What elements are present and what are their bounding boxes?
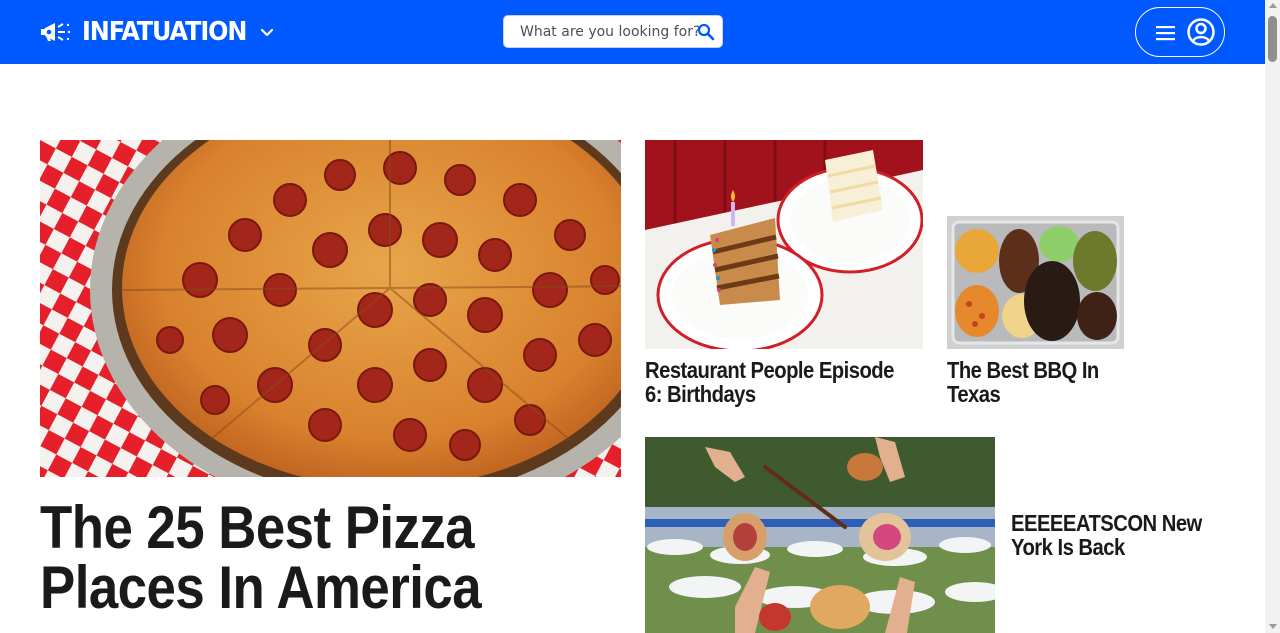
story-card-birthdays[interactable]: Restaurant People Episode 6: Birthdays	[645, 140, 923, 406]
site-header: INFATUATION	[0, 0, 1265, 64]
feature-story-card[interactable]: The 25 Best Pizza Places In America	[40, 140, 621, 633]
search-input[interactable]	[520, 16, 700, 47]
scroll-down-arrow[interactable]	[1269, 624, 1277, 629]
chevron-down-icon[interactable]	[258, 24, 276, 42]
feature-story-image	[40, 140, 621, 477]
search-icon[interactable]	[697, 23, 715, 41]
page-scrollbar[interactable]	[1265, 0, 1280, 633]
cake-photo	[645, 140, 923, 349]
eatscon-photo	[645, 437, 995, 633]
search-box	[503, 15, 723, 48]
pizza-photo	[40, 140, 621, 477]
scroll-thumb[interactable]	[1268, 16, 1277, 62]
account-icon[interactable]	[1186, 17, 1216, 47]
story-card-eatscon[interactable]: EEEEEATSCON New York Is Back	[645, 437, 1235, 633]
story-image-eatscon	[645, 437, 995, 633]
menu-account-toggle[interactable]	[1135, 7, 1225, 57]
story-title-eatscon[interactable]: EEEEEATSCON New York Is Back	[1011, 511, 1213, 559]
brand-logo-link[interactable]: INFATUATION	[38, 16, 261, 48]
story-title-bbq[interactable]: The Best BBQ In Texas	[947, 358, 1123, 406]
story-title-birthdays[interactable]: Restaurant People Episode 6: Birthdays	[645, 358, 909, 406]
brand-name: INFATUATION	[82, 17, 247, 47]
story-card-bbq[interactable]: The Best BBQ In Texas	[947, 216, 1124, 406]
feature-story-title[interactable]: The 25 Best Pizza Places In America	[40, 498, 603, 618]
megaphone-logo-icon	[41, 23, 71, 41]
story-image-birthdays	[645, 140, 923, 349]
hamburger-menu-icon[interactable]	[1154, 23, 1178, 43]
story-image-bbq	[947, 216, 1124, 349]
scroll-up-arrow[interactable]	[1269, 3, 1277, 8]
bbq-photo	[947, 216, 1124, 349]
